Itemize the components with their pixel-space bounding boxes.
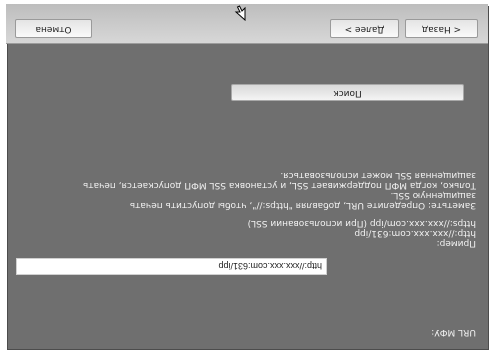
example-heading: Пример: — [436, 238, 476, 248]
back-button[interactable]: < Назад — [405, 19, 478, 38]
example-line: http://xxx.xxx.com:631/ipp — [354, 228, 476, 238]
cancel-button[interactable]: Отмена — [15, 19, 92, 38]
example-line: https://xxx.xxx.com/ipp (При использован… — [247, 218, 476, 228]
note-line: Заметьте: Определите URL, добавляя "http… — [129, 200, 476, 210]
note-line: защищенную SSL. — [390, 190, 476, 200]
button-bar: < Назад Далее > Отмена — [6, 4, 488, 44]
search-button[interactable]: Поиск — [231, 84, 464, 101]
mouse-pointer-icon — [234, 5, 246, 21]
url-input[interactable] — [16, 258, 327, 275]
wizard-panel: URL МФУ: Пример: http://xxx.xxx.com:631/… — [6, 4, 489, 350]
next-button[interactable]: Далее > — [330, 19, 399, 38]
note-line: Только, когда МФП поддерживает SSL, и ус… — [83, 180, 476, 190]
wizard-window: URL МФУ: Пример: http://xxx.xxx.com:631/… — [0, 0, 495, 356]
url-label: URL МФУ: — [431, 327, 476, 337]
note-line: защищенная SSL может использоваться. — [280, 170, 476, 180]
